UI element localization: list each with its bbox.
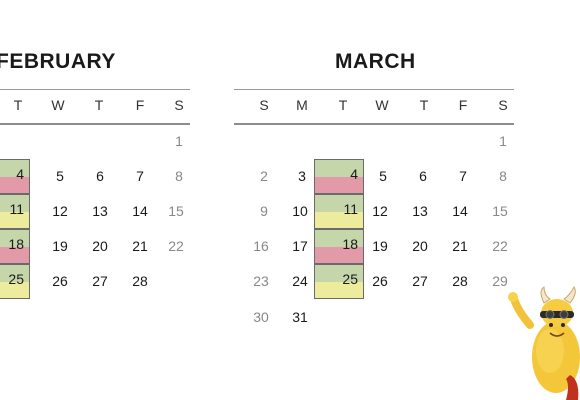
march-day[interactable]: 21 (445, 236, 475, 256)
february-title: FEBRUARY (0, 50, 116, 73)
march-day[interactable]: 15 (485, 201, 515, 221)
march-day-highlight[interactable]: 11 (314, 194, 364, 229)
march-day[interactable]: 22 (485, 236, 515, 256)
march-day-highlight[interactable]: 4 (314, 159, 364, 194)
march-day[interactable]: 1 (488, 131, 518, 151)
mascot-eye (549, 323, 553, 327)
march-day[interactable]: 13 (405, 201, 435, 221)
february-day[interactable]: 22 (161, 236, 191, 256)
mascot-horn-right (563, 286, 576, 304)
march-day[interactable]: 19 (365, 236, 395, 256)
february-day[interactable]: 5 (45, 166, 75, 186)
february-day[interactable]: 6 (85, 166, 115, 186)
february-day[interactable]: 13 (85, 201, 115, 221)
february-day[interactable]: 27 (85, 271, 115, 291)
march-day[interactable]: 20 (405, 236, 435, 256)
mascot-arm (510, 295, 534, 329)
february-day[interactable]: 8 (164, 166, 194, 186)
yellow-monster-mascot-icon (508, 286, 580, 400)
march-day-highlight[interactable]: 25 (314, 264, 364, 299)
march-day[interactable]: 31 (285, 307, 315, 327)
mascot-hand (508, 292, 518, 302)
february-weekday-wed: W (51, 97, 65, 113)
february-header-rule-bottom (0, 123, 190, 125)
march-weekday-thu: T (419, 97, 429, 113)
march-day[interactable]: 14 (445, 201, 475, 221)
march-day[interactable]: 28 (445, 271, 475, 291)
february-day: 4 (16, 166, 24, 182)
march-weekday-sun: S (259, 97, 269, 113)
march-day: 11 (343, 201, 358, 217)
march-weekday-wed: W (375, 97, 389, 113)
march-day[interactable]: 10 (285, 201, 315, 221)
february-day[interactable]: 28 (125, 271, 155, 291)
march-day: 25 (342, 271, 358, 287)
february-day: 25 (8, 271, 24, 287)
february-day[interactable]: 26 (45, 271, 75, 291)
february-day-highlight[interactable]: 25 (0, 264, 30, 299)
march-day[interactable]: 6 (408, 166, 438, 186)
march-day[interactable]: 7 (448, 166, 478, 186)
february-day[interactable]: 21 (125, 236, 155, 256)
march-weekday-fri: F (458, 97, 468, 113)
february-day: 11 (9, 201, 24, 217)
february-day: 18 (8, 236, 24, 252)
february-day-highlight[interactable]: 11 (0, 194, 30, 229)
march-day-highlight[interactable]: 18 (314, 229, 364, 264)
february-weekday-tue: T (13, 97, 23, 113)
march-day: 4 (350, 166, 358, 182)
march-day[interactable]: 24 (285, 271, 315, 291)
march-day[interactable]: 12 (365, 201, 395, 221)
march-weekday-sat: S (498, 97, 508, 113)
march-day[interactable]: 5 (368, 166, 398, 186)
march-header-rule-top (234, 89, 514, 90)
february-day[interactable]: 15 (161, 201, 191, 221)
february-day[interactable]: 20 (85, 236, 115, 256)
february-day-highlight[interactable]: 4 (0, 159, 30, 194)
february-header-rule-top (0, 89, 190, 90)
march-day[interactable]: 2 (249, 166, 279, 186)
february-weekday-fri: F (135, 97, 145, 113)
march-day[interactable]: 23 (246, 271, 276, 291)
march-day[interactable]: 8 (488, 166, 518, 186)
march-day[interactable]: 27 (405, 271, 435, 291)
march-title: MARCH (335, 50, 416, 73)
mascot-horn-left (540, 286, 551, 304)
march-weekday-tue: T (338, 97, 348, 113)
march-day: 18 (342, 236, 358, 252)
march-weekday-mon: M (296, 97, 308, 113)
february-day[interactable]: 7 (125, 166, 155, 186)
march-day[interactable]: 17 (285, 236, 315, 256)
february-weekday-thu: T (94, 97, 104, 113)
march-day[interactable]: 9 (249, 201, 279, 221)
february-day[interactable]: 19 (45, 236, 75, 256)
february-day-highlight[interactable]: 18 (0, 229, 30, 264)
march-day[interactable]: 3 (287, 166, 317, 186)
march-header-rule-bottom (234, 123, 514, 125)
february-day[interactable]: 14 (125, 201, 155, 221)
march-day[interactable]: 16 (246, 236, 276, 256)
mascot-goggles (540, 311, 574, 318)
mascot-eye (561, 323, 565, 327)
february-day[interactable]: 12 (45, 201, 75, 221)
march-day[interactable]: 30 (246, 307, 276, 327)
march-day[interactable]: 26 (365, 271, 395, 291)
february-day[interactable]: 1 (164, 131, 194, 151)
february-weekday-sat: S (174, 97, 184, 113)
